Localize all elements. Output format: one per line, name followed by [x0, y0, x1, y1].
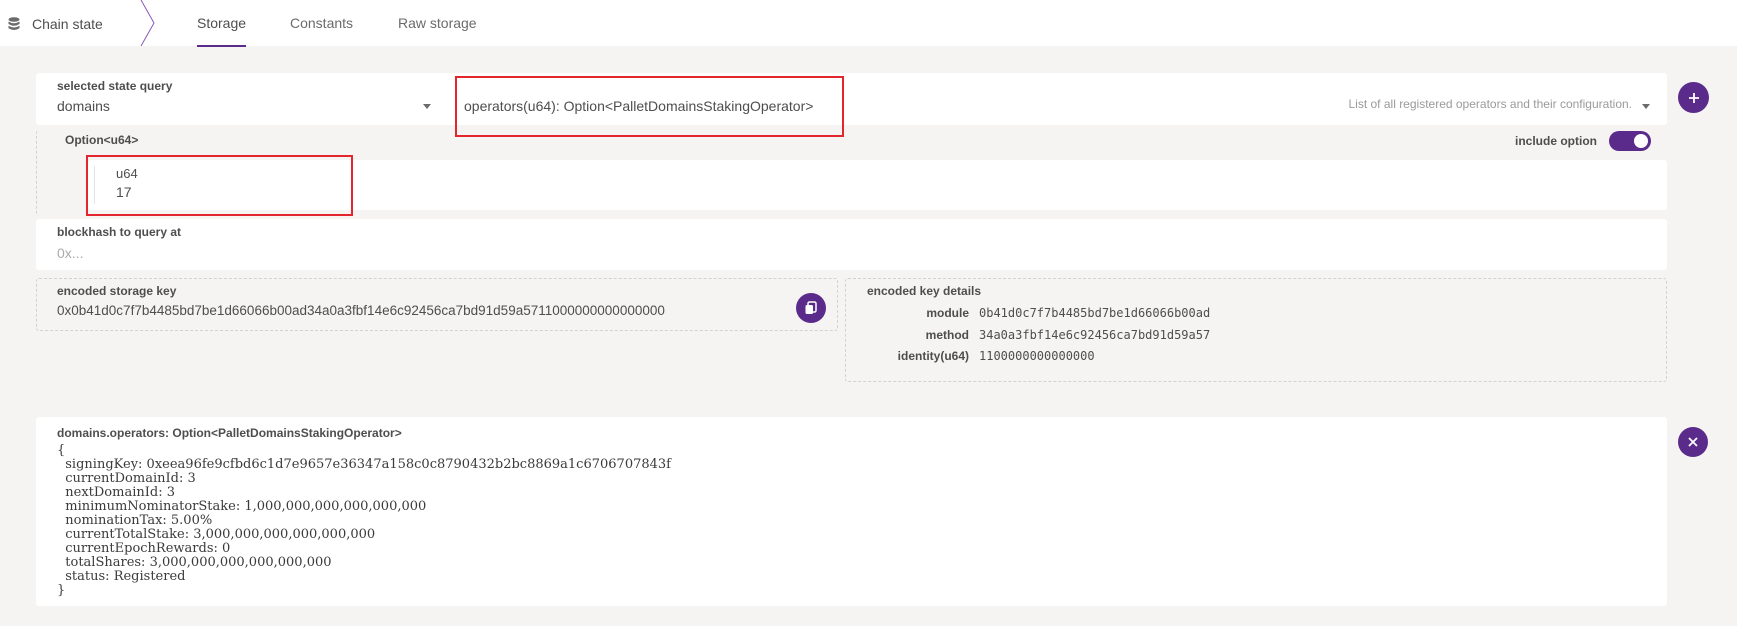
encoded-storage-key-label: encoded storage key: [57, 284, 177, 298]
include-option-toggle[interactable]: [1609, 131, 1651, 151]
state-query-selector: selected state query domains operators(u…: [36, 73, 1667, 125]
copy-button[interactable]: [796, 293, 826, 323]
section-title: Chain state: [32, 16, 103, 32]
remove-result-button[interactable]: [1678, 427, 1708, 457]
query-result-card: domains.operators: Option<PalletDomainsS…: [36, 417, 1667, 606]
blockhash-input-card: blockhash to query at 0x...: [36, 219, 1667, 270]
tab-raw-storage[interactable]: Raw storage: [398, 15, 477, 46]
option-label: Option<u64>: [65, 133, 139, 147]
method-select[interactable]: operators(u64): Option<PalletDomainsStak…: [464, 98, 813, 114]
add-query-button[interactable]: [1678, 82, 1709, 113]
module-select[interactable]: domains: [57, 98, 110, 114]
encoded-key-details-box: encoded key details module 0b41d0c7f7b44…: [845, 278, 1667, 382]
u64-value[interactable]: 17: [116, 184, 132, 200]
tab-storage[interactable]: Storage: [197, 15, 247, 47]
result-title: domains.operators: Option<PalletDomainsS…: [57, 426, 402, 440]
encoded-key-details-label: encoded key details: [867, 284, 982, 298]
method-dropdown-caret-icon[interactable]: [1642, 104, 1650, 109]
encoded-storage-key-value[interactable]: 0x0b41d0c7f7b4485bd7be1d66066b00ad34a0a3…: [57, 303, 665, 318]
blockhash-label: blockhash to query at: [57, 225, 182, 239]
top-navigation-bar: Chain state Storage Constants Raw storag…: [0, 0, 1737, 47]
selected-state-query-label: selected state query: [57, 79, 173, 93]
close-icon: [1688, 437, 1698, 447]
module-dropdown-caret-icon[interactable]: [423, 104, 431, 109]
tab-constants[interactable]: Constants: [290, 15, 353, 46]
method-description: List of all registered operators and the…: [1348, 97, 1633, 111]
database-icon: [8, 17, 20, 31]
breadcrumb-separator-icon: [140, 0, 155, 46]
u64-label: u64: [116, 166, 138, 181]
chain-state-brand[interactable]: Chain state: [8, 14, 103, 34]
u64-param-input[interactable]: u64 17: [88, 160, 1667, 210]
plus-icon: [1688, 92, 1699, 103]
copy-icon: [805, 301, 817, 314]
blockhash-input[interactable]: 0x...: [57, 245, 83, 261]
encoded-storage-key-box: encoded storage key 0x0b41d0c7f7b4485bd7…: [36, 278, 838, 331]
include-option-label: include option: [1515, 134, 1597, 148]
result-body: { signingKey: 0xeea96fe9cfbd6c1d7e9657e3…: [57, 443, 671, 598]
